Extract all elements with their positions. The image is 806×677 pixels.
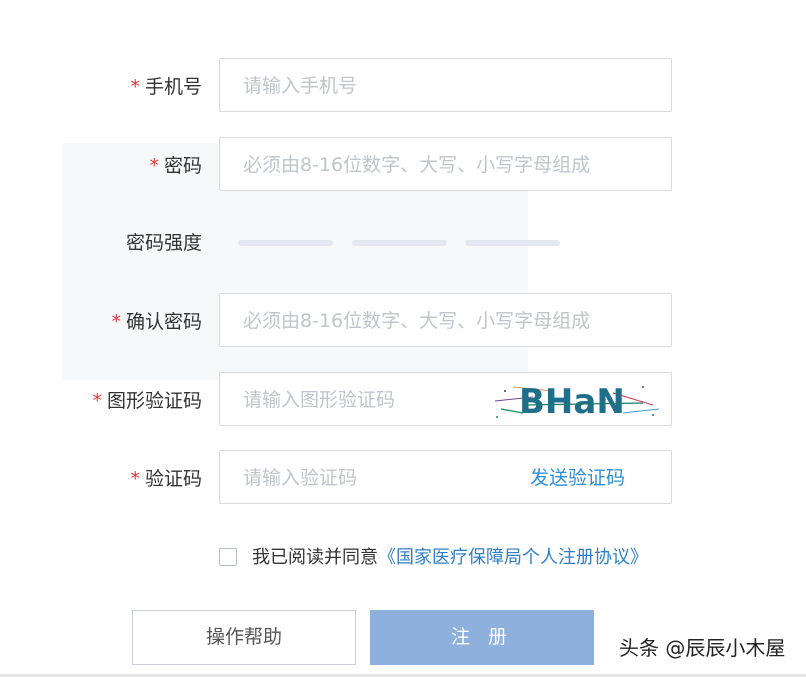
password-input[interactable]: 必须由8-16位数字、大写、小写字母组成 — [219, 137, 672, 191]
strength-bar-medium — [352, 240, 447, 246]
phone-label-text: 手机号 — [144, 76, 202, 98]
required-mark: * — [149, 155, 159, 177]
help-button[interactable]: 操作帮助 — [132, 610, 356, 665]
sms-code-input[interactable]: 请输入验证码 发送验证码 — [219, 450, 672, 504]
password-strength-label: 密码强度 — [125, 232, 202, 254]
password-label: * 密码 — [149, 154, 202, 178]
sms-code-label: * 验证码 — [130, 467, 202, 491]
password-placeholder: 必须由8-16位数字、大写、小写字母组成 — [243, 154, 591, 176]
confirm-password-input[interactable]: 必须由8-16位数字、大写、小写字母组成 — [219, 293, 672, 347]
captcha-text: BHaN — [519, 382, 625, 421]
phone-label: * 手机号 — [130, 75, 202, 99]
watermark: 头条 @辰辰小木屋 — [619, 636, 786, 660]
phone-placeholder: 请输入手机号 — [243, 75, 358, 97]
registration-page: * 手机号 请输入手机号 * 密码 必须由8-16位数字、大写、小写字母组成 密码强… — [0, 0, 806, 677]
confirm-password-label: * 确认密码 — [111, 310, 202, 334]
agreement-prefix: 我已阅读并同意 — [252, 547, 378, 568]
password-label-text: 密码 — [163, 155, 202, 177]
required-mark: * — [111, 311, 121, 333]
captcha-label-text: 图形验证码 — [106, 390, 202, 412]
agreement-link[interactable]: 《国家医疗保障局个人注册协议》 — [378, 547, 648, 568]
captcha-image[interactable]: BHaN — [493, 379, 661, 421]
phone-input[interactable]: 请输入手机号 — [219, 58, 672, 112]
captcha-placeholder: 请输入图形验证码 — [243, 389, 396, 411]
captcha-input[interactable]: 请输入图形验证码 BHaN — [219, 372, 672, 426]
confirm-password-placeholder: 必须由8-16位数字、大写、小写字母组成 — [243, 310, 591, 332]
captcha-label: * 图形验证码 — [92, 389, 202, 413]
required-mark: * — [92, 390, 102, 412]
register-button[interactable]: 注 册 — [370, 610, 594, 665]
agreement-text: 我已阅读并同意《国家医疗保障局个人注册协议》 — [252, 546, 648, 570]
send-code-button[interactable]: 发送验证码 — [530, 466, 625, 490]
strength-bar-strong — [465, 240, 560, 246]
agreement-checkbox[interactable] — [219, 548, 237, 566]
required-mark: * — [130, 76, 140, 98]
sms-code-placeholder: 请输入验证码 — [243, 467, 358, 489]
strength-bar-weak — [238, 240, 333, 246]
required-mark: * — [130, 468, 140, 490]
sms-code-label-text: 验证码 — [144, 468, 202, 490]
confirm-password-label-text: 确认密码 — [125, 311, 202, 333]
